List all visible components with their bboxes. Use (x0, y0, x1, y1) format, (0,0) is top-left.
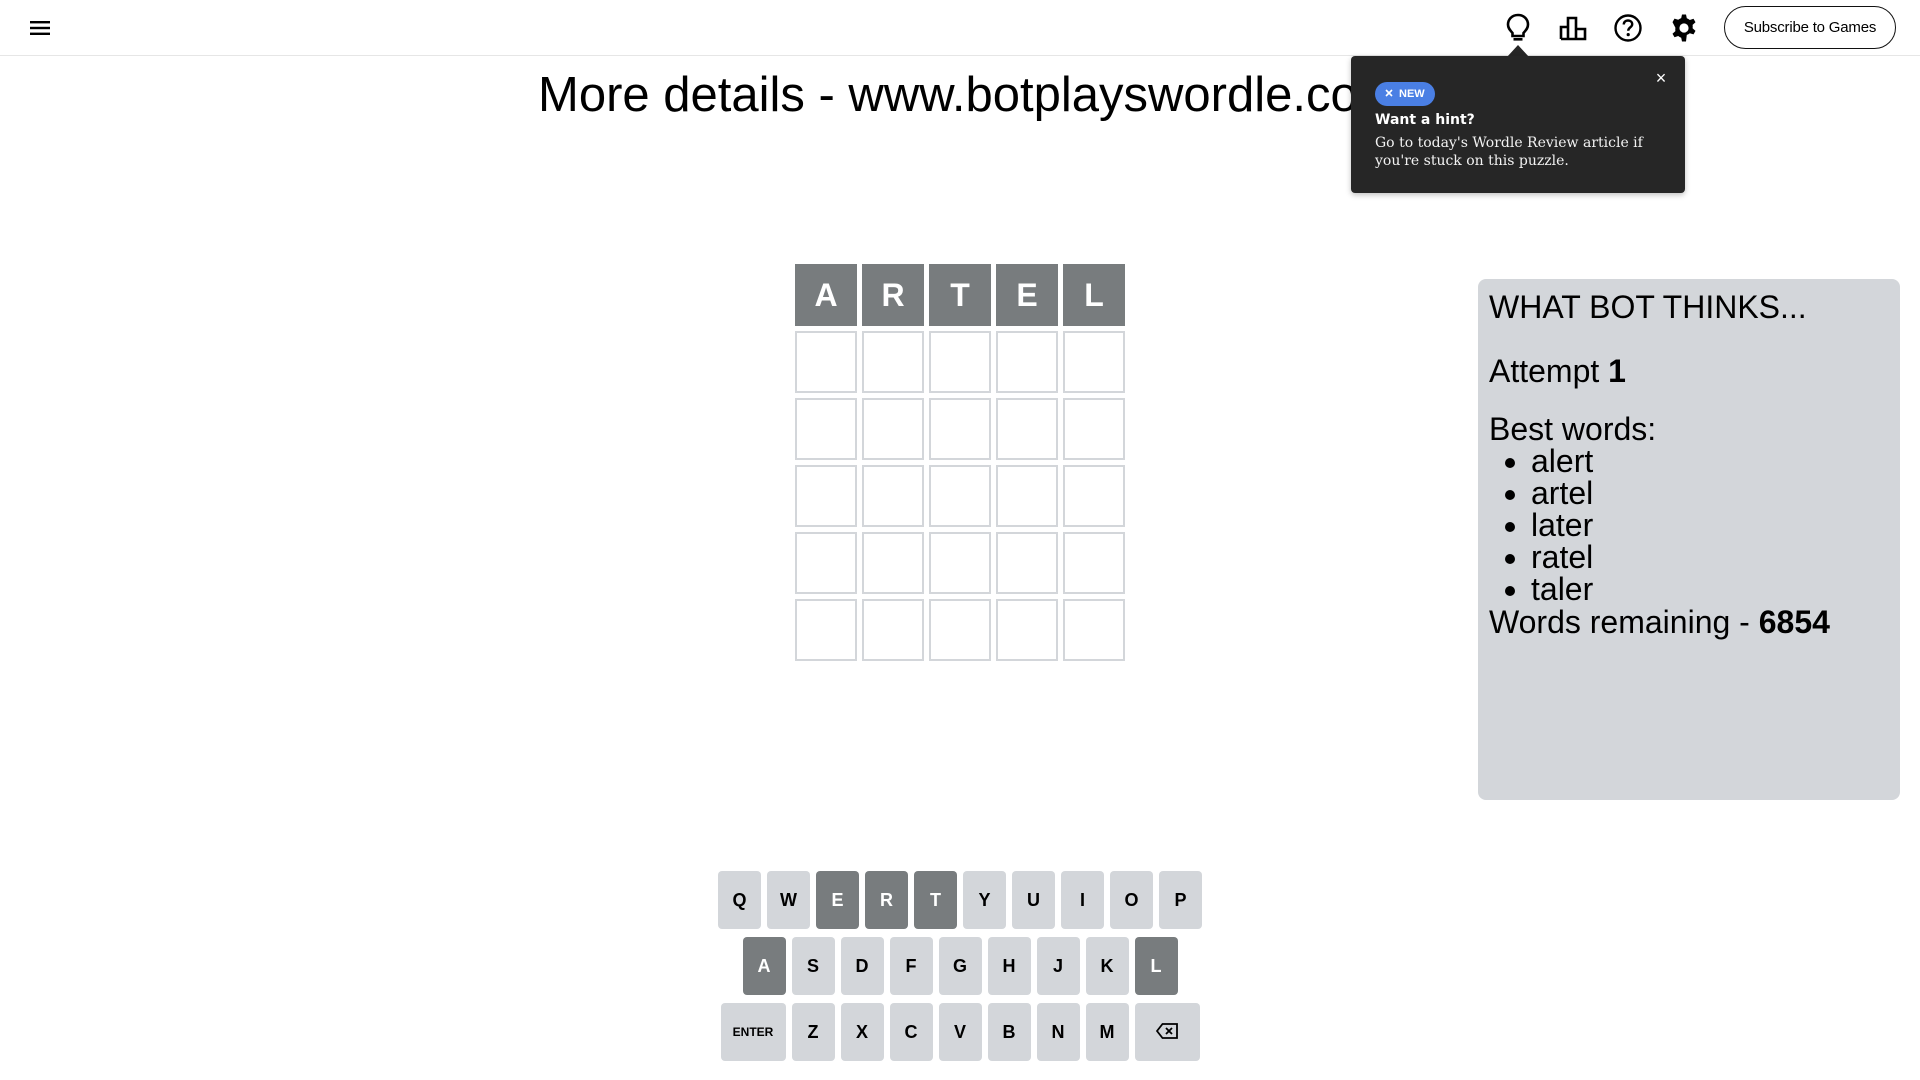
new-badge-label: NEW (1399, 88, 1425, 100)
board-tile (862, 532, 924, 594)
best-word-item: later (1531, 509, 1889, 541)
key-l[interactable]: L (1134, 937, 1178, 995)
key-q[interactable]: Q (718, 871, 761, 929)
best-word-item: alert (1531, 445, 1889, 477)
key-e[interactable]: E (816, 871, 859, 929)
backspace-icon (1155, 1022, 1178, 1042)
key-z[interactable]: Z (791, 1003, 835, 1061)
key-f[interactable]: F (889, 937, 933, 995)
enter-key[interactable]: ENTER (720, 1003, 786, 1061)
key-h[interactable]: H (987, 937, 1031, 995)
best-word-item: artel (1531, 477, 1889, 509)
keyboard-row: ASDFGHJKL (717, 937, 1203, 995)
close-icon[interactable]: × (1651, 68, 1671, 88)
board-tile (996, 599, 1058, 661)
new-badge: NEW (1375, 82, 1435, 106)
attempt-label: Attempt (1489, 353, 1609, 389)
key-m[interactable]: M (1085, 1003, 1129, 1061)
keyboard-row: QWERTYUIOP (717, 871, 1203, 929)
board-tile: E (996, 264, 1058, 326)
key-r[interactable]: R (865, 871, 908, 929)
board-tile: L (1063, 264, 1125, 326)
board-tile (1063, 599, 1125, 661)
best-word-item: ratel (1531, 541, 1889, 573)
attempt-line: Attempt 1 (1489, 349, 1889, 393)
key-b[interactable]: B (987, 1003, 1031, 1061)
top-bar: Subscribe to Games (0, 0, 1920, 56)
key-k[interactable]: K (1085, 937, 1129, 995)
settings-icon[interactable] (1666, 10, 1702, 46)
key-u[interactable]: U (1012, 871, 1055, 929)
key-t[interactable]: T (914, 871, 957, 929)
key-g[interactable]: G (938, 937, 982, 995)
key-i[interactable]: I (1061, 871, 1104, 929)
key-d[interactable]: D (840, 937, 884, 995)
board-tile (862, 599, 924, 661)
board-tile (862, 398, 924, 460)
board-tile (1063, 465, 1125, 527)
board-tile (929, 331, 991, 393)
keyboard-row: ENTER Z X C V B N M (717, 1003, 1203, 1061)
board-tile (862, 465, 924, 527)
sparkle-icon (1385, 88, 1393, 100)
board-tile (1063, 532, 1125, 594)
game-board: ARTEL (795, 264, 1125, 661)
bot-panel-title: WHAT BOT THINKS... (1489, 289, 1807, 325)
words-remaining-label: Words remaining - (1489, 604, 1759, 640)
board-tile (996, 331, 1058, 393)
board-tile: R (862, 264, 924, 326)
board-tile (929, 532, 991, 594)
stats-icon[interactable] (1556, 10, 1592, 46)
on-screen-keyboard: Q W E R T Y U I O P A S D F G H J K L ENTER Z X C V B N M (717, 871, 1203, 1069)
key-p[interactable]: P (1159, 871, 1202, 929)
board-tile: A (795, 264, 857, 326)
hint-body: Go to today's Wordle Review article if y… (1375, 135, 1643, 169)
key-j[interactable]: J (1036, 937, 1080, 995)
key-o[interactable]: O (1110, 871, 1153, 929)
board-tile (862, 331, 924, 393)
menu-icon[interactable] (26, 16, 54, 40)
board-tile: T (929, 264, 991, 326)
words-remaining-value: 6854 (1758, 604, 1830, 640)
board-tile (795, 532, 857, 594)
hint-title: Want a hint? (1375, 112, 1475, 128)
key-y[interactable]: Y (963, 871, 1006, 929)
key-v[interactable]: V (938, 1003, 982, 1061)
best-words-label: Best words: (1489, 411, 1657, 447)
board-tile (929, 398, 991, 460)
board-tile (996, 398, 1058, 460)
board-tile (1063, 331, 1125, 393)
key-x[interactable]: X (840, 1003, 884, 1061)
board-tile (929, 599, 991, 661)
board-tile (929, 465, 991, 527)
board-tile (795, 331, 857, 393)
key-w[interactable]: W (767, 871, 810, 929)
subscribe-button[interactable]: Subscribe to Games (1724, 6, 1896, 49)
attempt-value: 1 (1608, 353, 1626, 389)
key-c[interactable]: C (889, 1003, 933, 1061)
board-tile (996, 532, 1058, 594)
page-headline: More details - www.botplayswordle.com (538, 68, 1358, 122)
help-icon[interactable] (1610, 10, 1646, 46)
words-remaining-line: Words remaining - 6854 (1489, 605, 1889, 639)
bot-thinks-panel: WHAT BOT THINKS... Attempt 1 Best words:… (1478, 279, 1900, 800)
key-n[interactable]: N (1036, 1003, 1080, 1061)
board-tile (996, 465, 1058, 527)
lightbulb-icon[interactable] (1500, 10, 1536, 46)
board-tile (795, 599, 857, 661)
key-a[interactable]: A (742, 937, 786, 995)
hint-popover: NEW × Want a hint? Go to today's Wordle … (1351, 56, 1685, 193)
key-s[interactable]: S (791, 937, 835, 995)
board-tile (795, 398, 857, 460)
board-tile (795, 465, 857, 527)
backspace-key[interactable] (1134, 1003, 1200, 1061)
board-tile (1063, 398, 1125, 460)
best-word-item: taler (1531, 573, 1889, 605)
best-words-list: alert artel later ratel taler (1489, 445, 1889, 605)
